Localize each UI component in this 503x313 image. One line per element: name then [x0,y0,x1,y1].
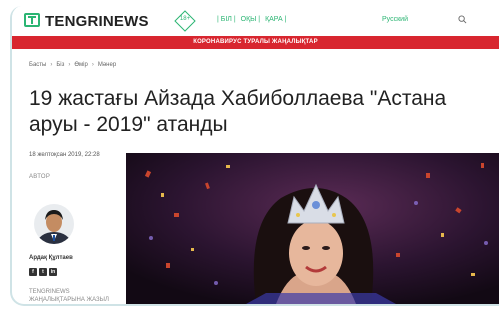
breadcrumb-home[interactable]: Басты [29,62,46,68]
language-switch-russian[interactable]: Русский [382,16,408,23]
subscribe-promo[interactable]: TENGRINEWS ЖАҢАЛЫҚТАРЫНА ЖАЗЫЛ [29,288,109,304]
breadcrumb: Басты › Біз › Өмір › Мәнер [29,62,116,68]
site-logo[interactable]: TENGRINEWS [45,13,149,30]
section-nav: | БІЛ | ОҚЫ | ҚАРА | [217,16,289,23]
age-rating-text: 18+ [179,16,191,22]
author-social-links: f t in [29,268,57,276]
nav-item-bil[interactable]: | БІЛ | [217,16,236,23]
avatar-photo [34,204,74,244]
chevron-right-icon: › [68,62,71,68]
breadcrumb-omir[interactable]: Өмір [74,62,87,68]
site-header: TENGRINEWS 18+ | БІЛ | ОҚЫ | ҚАРА | Русс… [12,6,499,36]
author-label: АВТОР [29,174,51,180]
article-main-photo[interactable] [126,153,499,304]
breadcrumb-maner[interactable]: Мәнер [98,62,116,68]
browser-frame: TENGRINEWS 18+ | БІЛ | ОҚЫ | ҚАРА | Русс… [10,6,499,306]
chevron-right-icon: › [91,62,94,68]
publish-date: 18 желтоқсан 2019, 22:28 [29,152,100,158]
author-avatar[interactable] [34,204,74,244]
breadcrumb-biz[interactable]: Біз [56,62,64,68]
facebook-icon[interactable]: f [29,268,37,276]
pageant-winner-photo [126,153,499,304]
author-name[interactable]: Ардақ Құлтаев [29,255,73,261]
article-title: 19 жастағы Айзада Хабиболлаева "Астана а… [29,87,447,136]
tv-icon[interactable] [24,13,40,27]
chevron-right-icon: › [50,62,53,68]
age-rating-badge: 18+ [174,10,196,32]
covid-news-banner[interactable]: КОРОНАВИРУС ТУРАЛЫ ЖАҢАЛЫҚТАР [12,36,499,49]
twitter-icon[interactable]: t [39,268,47,276]
nav-item-oky[interactable]: ОҚЫ | [241,16,260,23]
search-icon[interactable] [458,15,467,24]
nav-item-kara[interactable]: ҚАРА | [265,16,286,23]
instagram-icon[interactable]: in [49,268,57,276]
